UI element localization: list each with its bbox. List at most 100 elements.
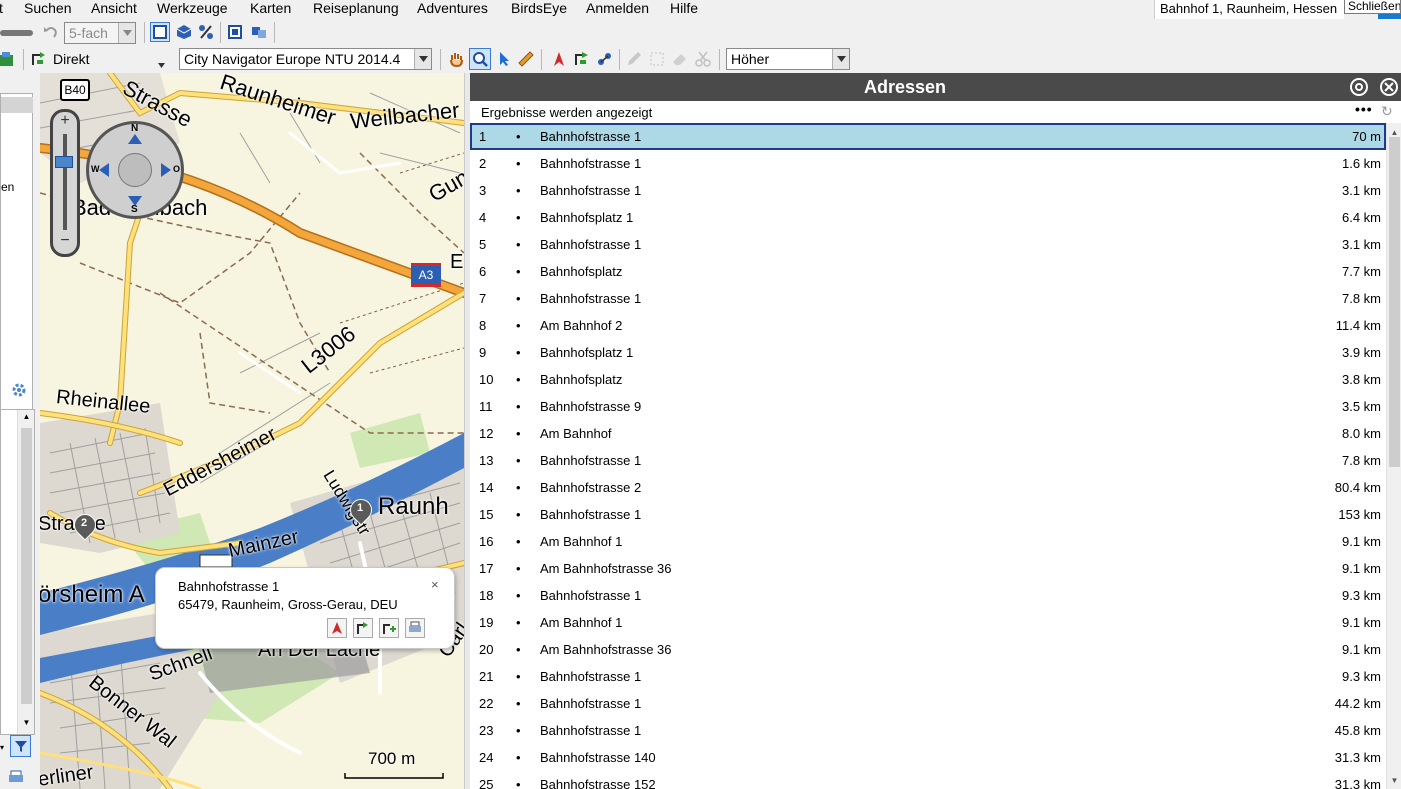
route-activity-icon[interactable]: [29, 49, 49, 69]
result-row[interactable]: 10 • Bahnhofsplatz 3.8 km: [470, 366, 1386, 393]
edit-pencil-icon[interactable]: [624, 49, 644, 69]
result-row[interactable]: 14 • Bahnhofstrasse 2 80.4 km: [470, 474, 1386, 501]
map-sync-icon[interactable]: [249, 22, 269, 42]
zoom-slider-track[interactable]: [0, 30, 33, 36]
menu-maps[interactable]: Karten: [250, 0, 291, 16]
zoom-level-select[interactable]: 5-fach: [64, 22, 136, 44]
popup-add-to-route-icon[interactable]: [379, 618, 399, 638]
percent-icon[interactable]: [196, 22, 216, 42]
result-row[interactable]: 19 • Am Bahnhof 1 9.1 km: [470, 609, 1386, 636]
zoom-out-icon[interactable]: −: [57, 233, 73, 250]
result-bullet: •: [516, 669, 521, 684]
route-tool-icon[interactable]: [572, 49, 592, 69]
result-name: Bahnhofstrasse 1: [540, 156, 642, 171]
map-label-florsheim: örsheim A: [40, 581, 145, 608]
menu-tools[interactable]: Werkzeuge: [157, 0, 228, 16]
popup-close-icon[interactable]: ×: [431, 577, 439, 592]
results-scrollbar[interactable]: ▲ ▼: [1386, 123, 1401, 789]
zoom-tool-icon[interactable]: [469, 48, 491, 70]
popup-waypoint-icon[interactable]: [327, 618, 347, 638]
fit-map-icon[interactable]: [225, 22, 245, 42]
map-3d-icon[interactable]: [174, 22, 194, 42]
zoom-slider-thumb[interactable]: [55, 156, 73, 168]
scrollbar-thumb[interactable]: [1389, 137, 1400, 467]
scroll-down-icon[interactable]: ▼: [1387, 773, 1401, 787]
scroll-down-icon[interactable]: ▼: [18, 718, 35, 730]
result-row[interactable]: 22 • Bahnhofstrasse 1 44.2 km: [470, 690, 1386, 717]
result-row[interactable]: 6 • Bahnhofsplatz 7.7 km: [470, 258, 1386, 285]
map-2d-icon[interactable]: [150, 22, 170, 42]
menu-sign-in[interactable]: Anmelden: [586, 0, 649, 16]
result-row[interactable]: 23 • Bahnhofstrasse 1 45.8 km: [470, 717, 1386, 744]
scroll-up-icon[interactable]: ▲: [18, 412, 35, 424]
result-row[interactable]: 9 • Bahnhofsplatz 1 3.9 km: [470, 339, 1386, 366]
add-data-icon[interactable]: [0, 49, 16, 69]
library-selected-item[interactable]: [1, 97, 33, 113]
menu-file[interactable]: t: [0, 0, 3, 16]
results-list[interactable]: 1 • Bahnhofstrasse 1 70 m 2 • Bahnhofstrasse 1…: [470, 123, 1386, 789]
menu-birdseye[interactable]: BirdsEye: [511, 0, 567, 16]
panel-menu-dots-icon[interactable]: •••: [1355, 101, 1373, 117]
map-detail-select[interactable]: Höher: [726, 48, 850, 70]
zoom-in-icon[interactable]: +: [57, 113, 73, 130]
gear-icon[interactable]: [10, 381, 28, 402]
track-tool-icon[interactable]: [595, 49, 615, 69]
close-button[interactable]: Schließen: [1344, 0, 1401, 14]
menu-adventures[interactable]: Adventures: [417, 0, 488, 16]
result-row[interactable]: 16 • Am Bahnhof 1 9.1 km: [470, 528, 1386, 555]
print-icon[interactable]: [8, 770, 24, 787]
hand-pan-icon[interactable]: [446, 49, 466, 69]
result-row[interactable]: 17 • Am Bahnhofstrasse 36 9.1 km: [470, 555, 1386, 582]
result-row[interactable]: 21 • Bahnhofstrasse 1 9.3 km: [470, 663, 1386, 690]
menu-trip-planning[interactable]: Reiseplanung: [313, 0, 399, 16]
menu-help[interactable]: Hilfe: [670, 0, 698, 16]
search-field[interactable]: Bahnhof 1, Raunheim, Hessen: [1154, 0, 1344, 19]
settings-gear-icon[interactable]: [1350, 78, 1368, 96]
menu-view[interactable]: Ansicht: [91, 0, 137, 16]
library-contents-list[interactable]: ▲ ▼: [0, 409, 35, 735]
chevron-down-icon[interactable]: ▾: [0, 743, 4, 752]
result-row[interactable]: 15 • Bahnhofstrasse 1 153 km: [470, 501, 1386, 528]
result-bullet: •: [516, 750, 521, 765]
result-row[interactable]: 18 • Bahnhofstrasse 1 9.3 km: [470, 582, 1386, 609]
close-panel-icon[interactable]: [1380, 78, 1398, 96]
result-row[interactable]: 5 • Bahnhofstrasse 1 3.1 km: [470, 231, 1386, 258]
waypoint-flag-icon[interactable]: [549, 49, 569, 69]
zoom-slider[interactable]: + −: [50, 109, 80, 257]
result-row[interactable]: 11 • Bahnhofstrasse 9 3.5 km: [470, 393, 1386, 420]
filter-icon[interactable]: [10, 735, 31, 757]
result-distance: 3.1 km: [1341, 183, 1381, 198]
eraser-icon[interactable]: [670, 49, 690, 69]
popup-print-icon[interactable]: [405, 618, 425, 638]
compass-pan-control[interactable]: N S W O: [86, 121, 184, 219]
result-row[interactable]: 3 • Bahnhofstrasse 1 3.1 km: [470, 177, 1386, 204]
select-arrow-icon[interactable]: [494, 49, 514, 69]
result-row[interactable]: 2 • Bahnhofstrasse 1 1.6 km: [470, 150, 1386, 177]
refresh-icon[interactable]: ↻: [1381, 103, 1393, 120]
map-product-select[interactable]: City Navigator Europe NTU 2014.4: [179, 48, 432, 70]
select-region-icon[interactable]: [647, 49, 667, 69]
menu-search[interactable]: Suchen: [24, 0, 71, 16]
result-name: Bahnhofstrasse 1: [540, 507, 642, 522]
map-view[interactable]: Strasse Raunheimer Weilbacher Gun Bad We…: [40, 73, 464, 789]
scrollbar-thumb[interactable]: [21, 428, 32, 704]
undo-icon[interactable]: [41, 22, 61, 42]
popup-route-icon[interactable]: [353, 618, 373, 638]
result-row[interactable]: 24 • Bahnhofstrasse 140 31.3 km: [470, 744, 1386, 771]
chevron-down-icon: [118, 23, 135, 43]
result-row[interactable]: 13 • Bahnhofstrasse 1 7.8 km: [470, 447, 1386, 474]
result-row[interactable]: 7 • Bahnhofstrasse 1 7.8 km: [470, 285, 1386, 312]
result-row[interactable]: 1 • Bahnhofstrasse 1 70 m: [470, 123, 1386, 150]
result-row[interactable]: 25 • Bahnhofstrasse 152 31.3 km: [470, 771, 1386, 789]
result-row[interactable]: 4 • Bahnhofsplatz 1 6.4 km: [470, 204, 1386, 231]
measure-ruler-icon[interactable]: [516, 49, 536, 69]
result-row[interactable]: 20 • Am Bahnhofstrasse 36 9.1 km: [470, 636, 1386, 663]
scissors-icon[interactable]: [693, 49, 713, 69]
route-mode-dropdown-icon[interactable]: [158, 55, 165, 71]
result-number: 11: [479, 399, 493, 414]
pan-arrows-icon[interactable]: [89, 124, 181, 216]
route-mode-label[interactable]: Direkt: [53, 51, 90, 67]
result-row[interactable]: 8 • Am Bahnhof 2 11.4 km: [470, 312, 1386, 339]
result-row[interactable]: 12 • Am Bahnhof 8.0 km: [470, 420, 1386, 447]
scrollbar[interactable]: ▲ ▼: [17, 410, 34, 734]
